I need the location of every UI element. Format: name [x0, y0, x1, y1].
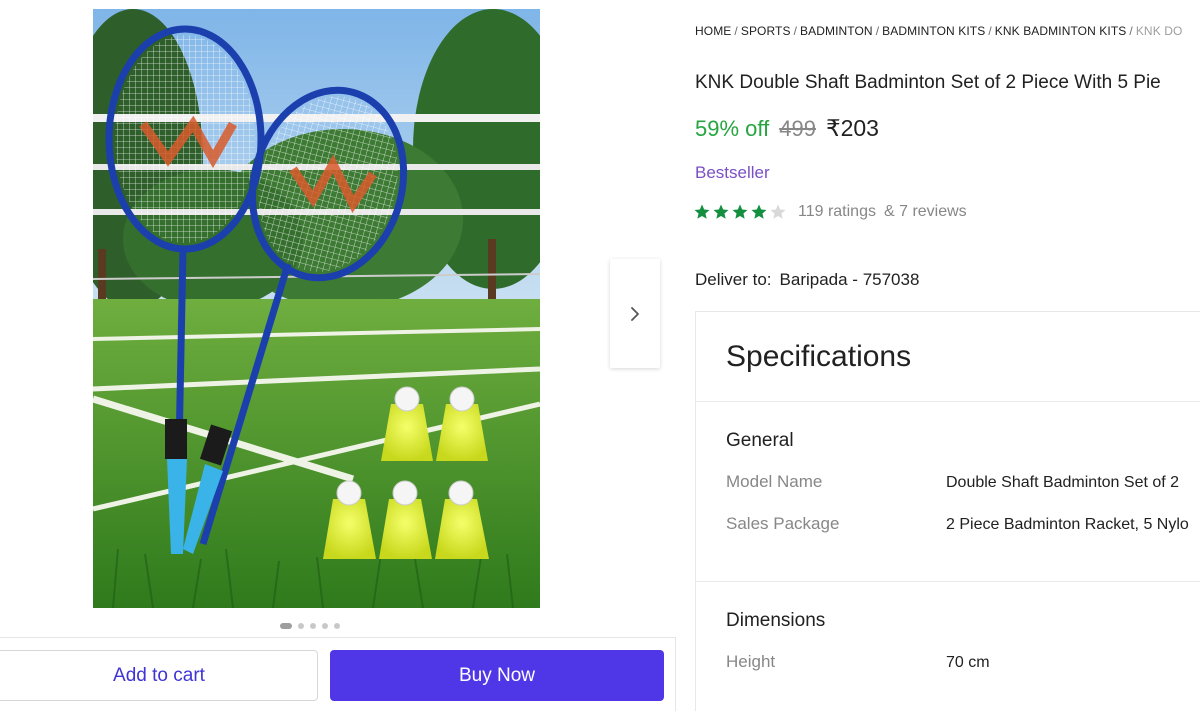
delivery-pincode[interactable]: Baripada - 757038: [780, 270, 920, 289]
carousel-dot[interactable]: [310, 623, 316, 629]
spec-key: Sales Package: [726, 514, 840, 533]
star-filled-icon: [713, 204, 729, 219]
spec-row: Model Name Double Shaft Badminton Set of…: [696, 472, 1200, 498]
delivery-location[interactable]: Deliver to: Baripada - 757038: [695, 270, 919, 290]
deliver-to-label: Deliver to:: [695, 270, 772, 289]
chevron-right-icon: [631, 306, 639, 321]
spec-value: 70 cm: [946, 654, 990, 671]
spec-value: Double Shaft Badminton Set of 2: [946, 474, 1180, 491]
breadcrumb-sports[interactable]: SPORTS: [741, 24, 791, 38]
carousel-dot[interactable]: [334, 623, 340, 629]
rating-row[interactable]: 119 ratings & 7 reviews: [693, 203, 967, 221]
bestseller-badge: Bestseller: [695, 163, 770, 182]
breadcrumb-current: KNK DO: [1135, 24, 1183, 38]
breadcrumb-badminton-kits[interactable]: BADMINTON KITS: [882, 24, 985, 38]
spec-section-general: General Model Name Double Shaft Badminto…: [696, 402, 1200, 582]
specifications-panel: Specifications General Model Name Double…: [695, 311, 1200, 711]
reviews-count[interactable]: & 7 reviews: [884, 203, 967, 221]
buy-now-button[interactable]: Buy Now: [330, 650, 664, 701]
spec-section-title: Dimensions: [726, 610, 826, 631]
spec-section-title: General: [726, 430, 794, 451]
price-row: 59% off 499 ₹203: [695, 115, 879, 145]
selling-price: ₹203: [825, 115, 879, 141]
star-empty-icon: [770, 204, 786, 219]
badminton-set-photo: [93, 9, 540, 608]
action-bar: Add to cart Buy Now: [0, 637, 676, 711]
spec-row: Sales Package 2 Piece Badminton Racket, …: [696, 514, 1200, 540]
carousel-dot[interactable]: [280, 623, 292, 629]
rating-stars: [693, 203, 787, 221]
product-image[interactable]: [93, 9, 540, 608]
star-filled-icon: [751, 204, 767, 219]
breadcrumb-home[interactable]: HOME: [695, 24, 731, 38]
star-filled-icon: [694, 204, 710, 219]
spec-key: Height: [726, 652, 776, 671]
breadcrumb: HOME / SPORTS / BADMINTON / BADMINTON KITS / KNK…: [695, 24, 1183, 38]
product-title: KNK Double Shaft Badminton Set of 2 Piec…: [695, 72, 1161, 93]
spec-value: 2 Piece Badminton Racket, 5 Nylo: [946, 516, 1189, 533]
spec-section-dimensions: Dimensions Height 70 cm: [696, 582, 1200, 678]
spec-row: Height 70 cm: [696, 652, 1200, 678]
carousel-dot[interactable]: [298, 623, 304, 629]
add-to-cart-button[interactable]: Add to cart: [0, 650, 318, 701]
breadcrumb-knk-badminton-kits[interactable]: KNK BADMINTON KITS: [995, 24, 1127, 38]
specifications-heading: Specifications: [696, 312, 1200, 402]
image-carousel-dots: [280, 623, 340, 629]
original-price: 499: [779, 116, 816, 141]
spec-key: Model Name: [726, 472, 823, 491]
next-image-button[interactable]: [610, 259, 660, 368]
breadcrumb-badminton[interactable]: BADMINTON: [800, 24, 873, 38]
discount-label: 59% off: [695, 116, 770, 141]
ratings-count[interactable]: 119 ratings: [798, 203, 876, 221]
star-filled-icon: [732, 204, 748, 219]
carousel-dot[interactable]: [322, 623, 328, 629]
